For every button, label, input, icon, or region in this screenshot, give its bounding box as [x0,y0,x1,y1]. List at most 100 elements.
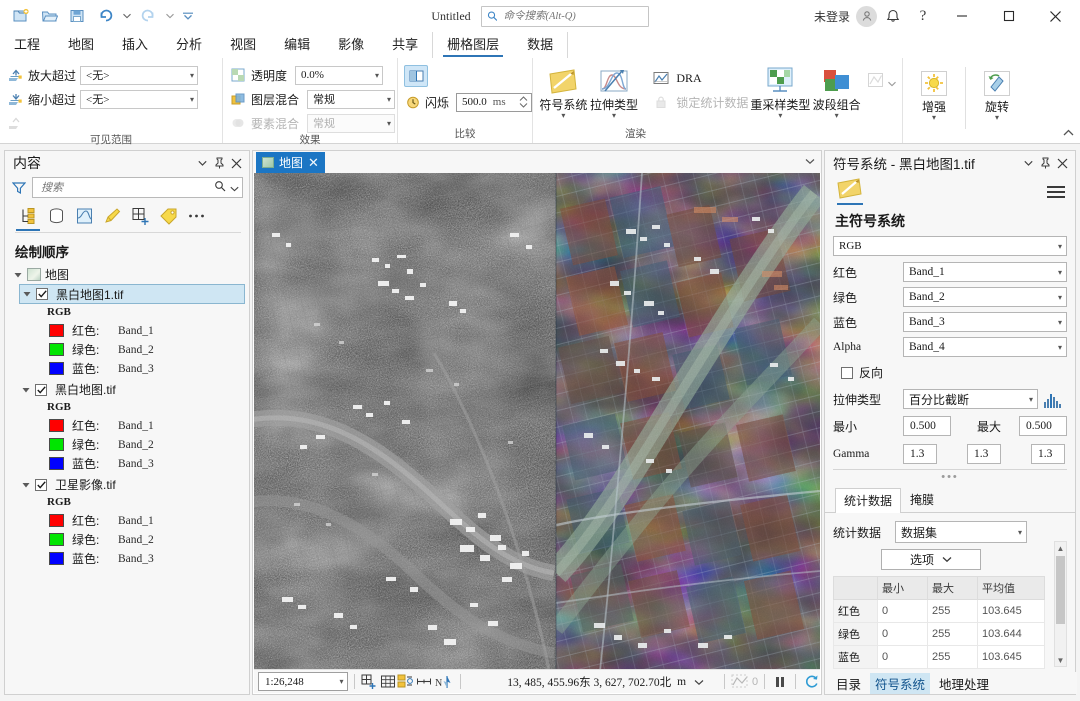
flicker-spinner-arrows[interactable] [519,96,531,108]
pin-icon[interactable] [211,154,228,173]
stretch-type-combo[interactable]: 百分比截断 ▾ [903,389,1038,409]
channel-combo-red[interactable]: Band_1 ▾ [903,262,1067,282]
list-by-labeling-icon[interactable] [155,204,181,228]
list-by-selection-icon[interactable] [71,204,97,228]
invert-checkbox[interactable] [841,366,853,379]
zoom-in-beyond-combo[interactable]: <无> ▾ [80,65,199,85]
options-button[interactable]: 选项 [881,549,981,570]
ribbon-tab-data[interactable]: 数据 [513,32,567,58]
search-icon[interactable] [214,180,226,195]
tab-mask[interactable]: 掩膜 [901,487,943,512]
channel-combo-blue[interactable]: Band_3 ▾ [903,312,1067,332]
grid-icon[interactable] [379,672,397,692]
close-icon[interactable]: ✕ [308,156,319,169]
layer-row-2[interactable]: 卫星影像.tif [5,475,249,494]
ribbon-tab-view[interactable]: 视图 [216,32,270,58]
pause-drawing-icon[interactable] [771,672,789,692]
chevron-down-icon[interactable] [805,154,815,168]
chevron-down-icon[interactable]: ▾ [835,112,839,120]
table-row[interactable]: 绿色 0 255 103.644 [833,622,1045,646]
band-swatch-blue[interactable] [49,362,64,375]
scrollbar-thumb[interactable] [1056,556,1065,624]
band-swatch-red[interactable] [49,419,64,432]
chevron-down-icon[interactable]: ▾ [778,112,782,120]
bottom-tab-geoprocessing[interactable]: 地理处理 [934,673,994,694]
table-row[interactable]: 红色 0 255 103.645 [833,599,1045,623]
list-by-drawing-order-icon[interactable] [15,204,41,231]
selection-tool-icon[interactable] [397,672,415,692]
help-icon[interactable]: ? [909,3,937,29]
symbology-menu-icon[interactable] [1047,182,1067,202]
swipe-icon[interactable] [404,65,428,87]
map-tab[interactable]: 地图 ✕ [256,152,325,173]
statistics-scrollbar[interactable]: ▲ ▼ [1054,541,1067,667]
ribbon-tab-analysis[interactable]: 分析 [162,32,216,58]
close-icon[interactable] [1054,154,1071,173]
undo-icon[interactable] [92,4,118,28]
redo-dropdown-icon[interactable] [163,5,176,27]
undo-dropdown-icon[interactable] [120,5,133,27]
histogram-icon[interactable] [1042,389,1064,409]
chevron-down-icon[interactable]: ▾ [612,112,616,120]
chevron-up-icon[interactable] [1060,125,1076,141]
close-icon[interactable] [228,154,245,173]
layer-blend-combo[interactable]: 常规 ▾ [307,89,396,109]
band-swatch-red[interactable] [49,324,64,337]
layer-row-0[interactable]: 黑白地图1.tif [19,284,245,304]
symbology-icon[interactable] [835,177,865,207]
ribbon-tab-insert[interactable]: 插入 [108,32,162,58]
channel-combo-green[interactable]: Band_2 ▾ [903,287,1067,307]
list-by-data-source-icon[interactable] [43,204,69,228]
flicker-spinbox[interactable]: 500.0 ms [456,92,533,112]
band-swatch-green[interactable] [49,533,64,546]
chevron-expanded-icon[interactable] [21,386,31,394]
tree-node-map[interactable]: 地图 [5,265,249,284]
measure-icon[interactable] [415,672,433,692]
invert-row[interactable]: 反向 [833,362,1067,389]
resample-type-button[interactable]: 重采样类型 ▾ [750,63,810,120]
chevron-down-icon[interactable] [1020,154,1037,173]
band-swatch-red[interactable] [49,514,64,527]
min-input[interactable]: 0.500 [903,416,951,436]
contents-search-field[interactable] [32,177,243,198]
chevron-down-icon[interactable] [686,675,704,689]
dra-row[interactable]: DRA [652,69,748,87]
band-combination-button[interactable]: 波段组合 ▾ [812,63,861,120]
channel-combo-alpha[interactable]: Band_4 ▾ [903,337,1067,357]
open-project-icon[interactable] [36,4,62,28]
chevron-expanded-icon[interactable] [13,271,23,279]
pin-icon[interactable] [1037,154,1054,173]
enhance-button[interactable]: 增强 ▾ [909,65,959,122]
chevron-down-icon[interactable] [194,154,211,173]
transparency-combo[interactable]: 0.0% ▾ [295,65,384,85]
maximize-button[interactable] [986,0,1031,32]
customize-qat-icon[interactable] [178,5,198,27]
north-arrow-icon[interactable]: N [433,672,455,692]
ribbon-tab-project[interactable]: 工程 [0,32,54,58]
layer-checkbox-2[interactable] [35,478,47,491]
map-scale-combo[interactable]: 1:26,248 ▾ [258,672,348,691]
layer-row-1[interactable]: 黑白地图.tif [5,380,249,399]
symbology-button[interactable]: 符号系统 ▾ [539,63,588,120]
scroll-up-icon[interactable]: ▲ [1055,542,1066,554]
chevron-down-icon[interactable]: ▾ [561,112,565,120]
refresh-icon[interactable] [802,672,820,692]
bottom-tab-symbology[interactable]: 符号系统 [870,672,931,694]
chevron-expanded-icon[interactable] [21,481,31,489]
zoom-out-beyond-combo[interactable]: <无> ▾ [80,89,199,109]
minimize-button[interactable] [939,0,984,32]
save-project-icon[interactable] [64,4,90,28]
list-by-snapping-icon[interactable] [127,204,153,228]
band-swatch-blue[interactable] [49,457,64,470]
add-grid-icon[interactable] [360,672,378,692]
new-project-icon[interactable] [8,4,34,28]
band-swatch-blue[interactable] [49,552,64,565]
statistics-source-combo[interactable]: 数据集 ▾ [895,521,1027,543]
stretch-type-button[interactable]: 拉伸类型 ▾ [590,63,639,120]
map-canvas[interactable] [254,173,820,671]
list-by-editing-icon[interactable] [99,204,125,228]
tab-statistics[interactable]: 统计数据 [835,488,902,513]
close-button[interactable] [1033,0,1078,32]
ribbon-tab-map[interactable]: 地图 [54,32,108,58]
redo-icon[interactable] [135,4,161,28]
